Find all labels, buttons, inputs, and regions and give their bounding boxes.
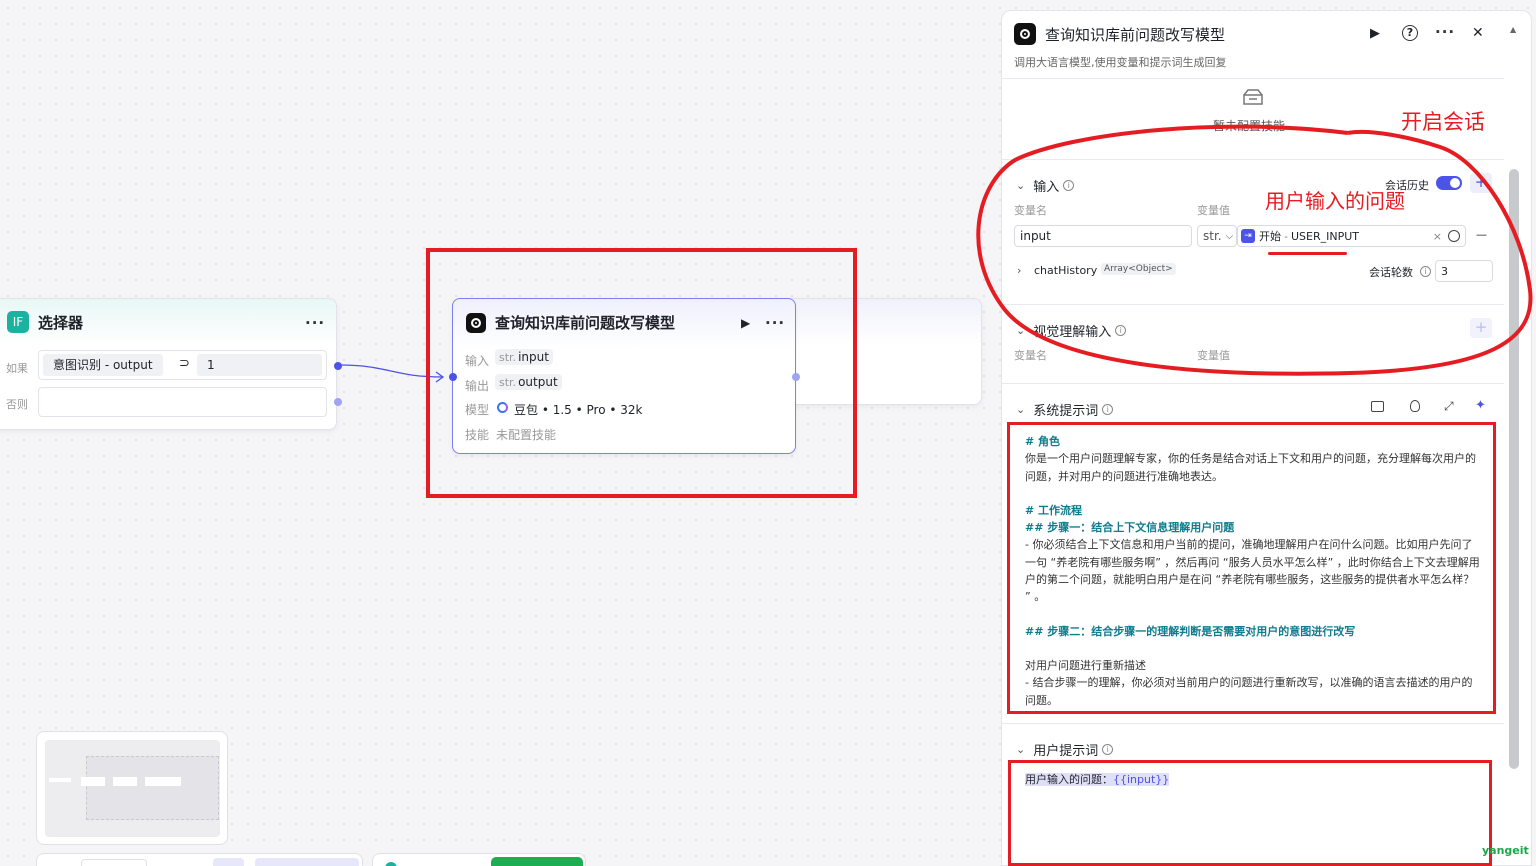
llm-input-tag: str. input [495, 349, 553, 365]
llm-skill-label: 技能 [465, 428, 490, 442]
user-prompt-prefix: 用户输入的问题： [1025, 773, 1113, 786]
prompt-library-icon[interactable] [1371, 401, 1384, 412]
llm-skill-value: 未配置技能 [496, 428, 557, 442]
system-prompt-editor[interactable]: # 角色 你是一个用户问题理解专家，你的任务是结合对话上下文和用户的问题，充分理解… [1025, 433, 1480, 718]
panel-description: 调用大语言模型,使用变量和提示词生成回复 [1014, 56, 1227, 69]
selector-title: 选择器 [38, 313, 84, 332]
panel-title[interactable]: 查询知识库前问题改写模型 [1045, 24, 1225, 45]
system-prompt-title: 系统提示词 [1033, 404, 1099, 419]
llm-output-tag: str. output [495, 374, 562, 390]
bottom-toolbar[interactable] [36, 853, 363, 866]
divider [1002, 78, 1504, 79]
chevron-down-icon[interactable]: ⌄ [1016, 403, 1025, 416]
minimap-viewport [45, 740, 220, 837]
panel-help-icon[interactable]: ? [1402, 25, 1418, 41]
else-label: 否则 [6, 398, 28, 411]
selector-node[interactable]: IF 选择器 ··· 如果 意图识别 - output ⊃ 1 否则 [0, 298, 337, 430]
llm-input-label: 输入 [465, 354, 490, 368]
bottom-actions[interactable] [372, 853, 586, 866]
doubao-model-icon [497, 402, 508, 413]
chevron-down-icon[interactable]: ⌄ [1016, 743, 1025, 756]
panel-close-icon[interactable]: ✕ [1472, 25, 1484, 41]
panel-run-icon[interactable]: ▶ [1370, 26, 1380, 41]
selector-menu-icon[interactable]: ··· [305, 314, 325, 332]
llm-output-label: 输出 [465, 379, 490, 393]
user-prompt-editor[interactable]: 用户输入的问题：{{input}} [1025, 771, 1480, 851]
llm-node-menu-icon[interactable]: ··· [765, 314, 785, 332]
ai-optimize-icon[interactable]: ✦ [1475, 398, 1486, 413]
condition-row[interactable]: 意图识别 - output ⊃ 1 [38, 350, 327, 380]
condition-operator[interactable]: ⊃ [179, 356, 190, 371]
connection-edge [339, 364, 445, 383]
background-node[interactable] [780, 298, 982, 405]
annotation-ellipse [976, 124, 1533, 376]
llm-model-label: 模型 [465, 403, 490, 417]
llm-node[interactable]: 查询知识库前问题改写模型 ▶ ··· 输入 str. input 输出 str. o… [452, 298, 796, 454]
llm-node-run-icon[interactable]: ▶ [741, 316, 750, 330]
llm-icon [466, 312, 486, 333]
llm-output-port[interactable] [792, 373, 800, 381]
if-label: 如果 [6, 362, 28, 375]
else-output-port[interactable] [334, 398, 342, 406]
condition-value[interactable]: 1 [197, 354, 322, 376]
condition-left: 意图识别 - output [43, 354, 163, 376]
user-prompt-variable: {{input}} [1113, 773, 1170, 786]
minimap[interactable] [36, 731, 228, 845]
divider [1002, 723, 1504, 724]
llm-input-port[interactable] [449, 373, 457, 381]
system-prompt-header[interactable]: ⌄ 系统提示词 i [1016, 400, 1114, 419]
lightbulb-icon[interactable] [1410, 400, 1420, 412]
annotation-open-session: 开启会话 [1401, 110, 1485, 134]
divider [1002, 383, 1504, 384]
llm-node-title: 查询知识库前问题改写模型 [495, 314, 676, 332]
panel-menu-icon[interactable]: ··· [1435, 23, 1455, 41]
user-prompt-header[interactable]: ⌄ 用户提示词 i [1016, 740, 1114, 759]
scroll-up-icon[interactable]: ▲ [1510, 25, 1516, 34]
panel-llm-icon [1014, 23, 1036, 45]
else-row[interactable] [38, 387, 327, 417]
empty-skill-icon [1240, 85, 1266, 107]
annotation-user-question: 用户输入的问题 [1265, 189, 1405, 213]
expand-icon[interactable]: ⤢ [1444, 399, 1454, 414]
llm-model-value: 豆包 • 1.5 • Pro • 32k [514, 403, 643, 417]
user-prompt-title: 用户提示词 [1033, 744, 1099, 759]
info-icon[interactable]: i [1102, 744, 1114, 755]
info-icon[interactable]: i [1102, 404, 1114, 415]
annotation-underline [1268, 252, 1347, 255]
watermark: yangeit [1482, 844, 1529, 857]
if-badge-icon: IF [7, 311, 29, 333]
